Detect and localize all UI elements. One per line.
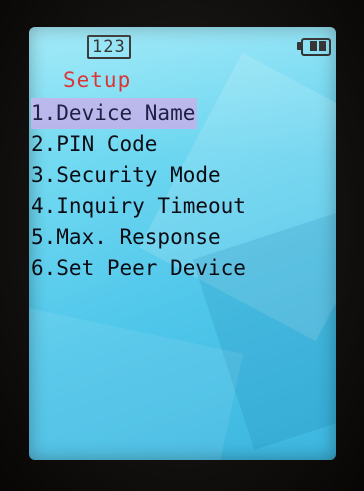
menu-item-label: 1.Device Name	[31, 98, 198, 129]
battery-bar	[310, 41, 317, 51]
battery-bar	[319, 41, 326, 51]
background-panel	[29, 303, 244, 460]
menu-item-max-response[interactable]: 5.Max. Response	[29, 222, 248, 253]
battery-icon	[297, 38, 331, 56]
menu-item-label: 5.Max. Response	[31, 225, 221, 249]
setup-menu: 1.Device Name 2.PIN Code 3.Security Mode…	[29, 98, 248, 284]
menu-item-label: 4.Inquiry Timeout	[31, 194, 246, 218]
menu-item-label: 2.PIN Code	[31, 132, 158, 156]
menu-item-security-mode[interactable]: 3.Security Mode	[29, 160, 248, 191]
lcd-screen: 123 Setup 1.Device Name 2.PIN Code 3.Sec…	[29, 27, 336, 460]
menu-item-label: 3.Security Mode	[31, 163, 221, 187]
screen-title: Setup	[63, 68, 132, 92]
menu-item-label: 6.Set Peer Device	[31, 256, 246, 280]
menu-item-inquiry-timeout[interactable]: 4.Inquiry Timeout	[29, 191, 248, 222]
status-bar: 123	[29, 35, 336, 59]
menu-item-pin-code[interactable]: 2.PIN Code	[29, 129, 248, 160]
input-mode-indicator: 123	[87, 35, 131, 59]
device-frame: 123 Setup 1.Device Name 2.PIN Code 3.Sec…	[0, 0, 364, 491]
menu-item-set-peer-device[interactable]: 6.Set Peer Device	[29, 253, 248, 284]
menu-item-device-name[interactable]: 1.Device Name	[29, 98, 248, 129]
